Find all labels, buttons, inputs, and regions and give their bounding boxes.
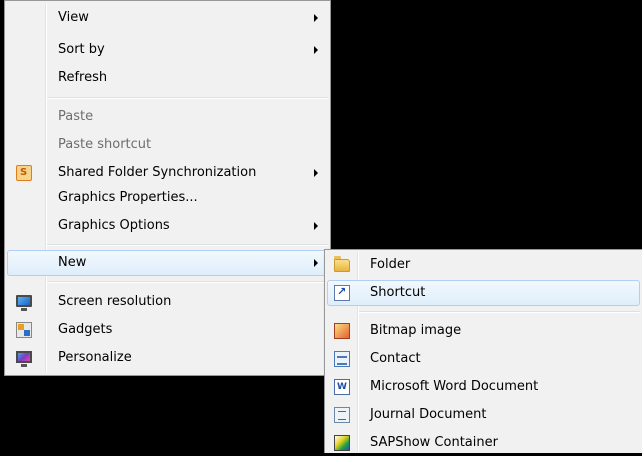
menu-separator	[47, 97, 328, 99]
journal-document-icon	[334, 407, 350, 423]
new-submenu: Folder Shortcut Bitmap image Contact Mic…	[324, 249, 642, 453]
shortcut-icon	[334, 285, 350, 301]
menu-item-label: Folder	[370, 257, 411, 272]
submenu-arrow-icon	[314, 169, 318, 177]
menu-item-label: Gadgets	[58, 322, 113, 337]
personalize-icon	[16, 351, 32, 367]
word-document-icon	[334, 379, 350, 395]
menu-item-graphics-properties[interactable]: Graphics Properties...	[7, 185, 328, 211]
menu-item-label: Graphics Properties...	[58, 190, 198, 205]
menu-item-label: Graphics Options	[58, 218, 170, 233]
menu-item-shared-folder-sync[interactable]: Shared Folder Synchronization	[7, 160, 328, 186]
menu-separator	[359, 311, 640, 313]
menu-item-paste[interactable]: Paste	[7, 104, 328, 130]
menu-item-screen-resolution[interactable]: Screen resolution	[7, 289, 328, 315]
screen-resolution-icon	[16, 295, 32, 311]
sapshow-icon	[334, 435, 350, 451]
folder-icon	[334, 256, 350, 272]
submenu-arrow-icon	[314, 222, 318, 230]
submenu-item-bitmap-image[interactable]: Bitmap image	[327, 318, 640, 344]
submenu-arrow-icon	[314, 46, 318, 54]
submenu-item-shortcut[interactable]: Shortcut	[327, 280, 640, 306]
menu-item-label: Shortcut	[370, 285, 426, 300]
menu-item-label: Screen resolution	[58, 294, 172, 309]
submenu-arrow-icon	[314, 14, 318, 22]
desktop-context-menu: View Sort by Refresh Paste Paste shortcu…	[4, 0, 331, 376]
menu-item-new[interactable]: New	[7, 250, 328, 276]
menu-item-label: Contact	[370, 351, 421, 366]
submenu-item-sapshow-container[interactable]: SAPShow Container	[327, 430, 640, 456]
contact-icon	[334, 351, 350, 367]
menu-item-label: Paste shortcut	[58, 137, 152, 152]
submenu-item-contact[interactable]: Contact	[327, 346, 640, 372]
submenu-item-folder[interactable]: Folder	[327, 252, 640, 278]
gadgets-icon	[16, 322, 32, 338]
submenu-arrow-icon	[314, 259, 318, 267]
menu-item-label: Sort by	[58, 42, 105, 57]
menu-item-label: Refresh	[58, 70, 108, 85]
menu-separator	[47, 244, 328, 246]
menu-item-sort-by[interactable]: Sort by	[7, 37, 328, 63]
menu-separator	[47, 281, 328, 283]
menu-item-label: Personalize	[58, 350, 132, 365]
menu-item-label: New	[58, 255, 87, 270]
menu-item-paste-shortcut[interactable]: Paste shortcut	[7, 132, 328, 158]
menu-item-personalize[interactable]: Personalize	[7, 345, 328, 371]
shared-folder-sync-icon	[16, 165, 32, 181]
menu-item-gadgets[interactable]: Gadgets	[7, 317, 328, 343]
menu-item-view[interactable]: View	[7, 5, 328, 31]
menu-item-label: Shared Folder Synchronization	[58, 165, 257, 180]
menu-item-label: SAPShow Container	[370, 435, 498, 450]
bitmap-icon	[334, 323, 350, 339]
menu-item-label: Journal Document	[370, 407, 487, 422]
menu-item-label: Paste	[58, 109, 94, 124]
submenu-item-word-document[interactable]: Microsoft Word Document	[327, 374, 640, 400]
submenu-item-journal-document[interactable]: Journal Document	[327, 402, 640, 428]
menu-item-refresh[interactable]: Refresh	[7, 65, 328, 91]
menu-item-label: View	[58, 10, 89, 25]
menu-item-graphics-options[interactable]: Graphics Options	[7, 213, 328, 239]
menu-item-label: Bitmap image	[370, 323, 462, 338]
menu-item-label: Microsoft Word Document	[370, 379, 539, 394]
